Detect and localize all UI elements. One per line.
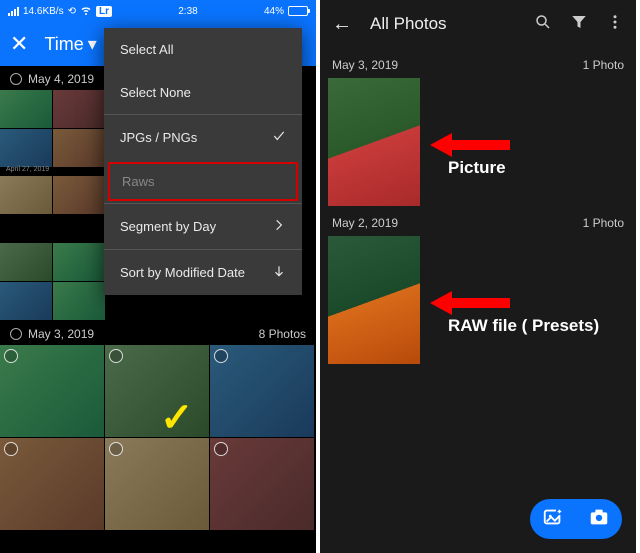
date-label: May 2, 2019	[332, 216, 398, 230]
select-ring-icon[interactable]	[4, 349, 18, 363]
app-badge: Lr	[96, 6, 112, 17]
photo-thumb[interactable]	[328, 78, 420, 206]
thumb[interactable]	[53, 90, 105, 128]
camera-icon[interactable]	[588, 506, 610, 533]
battery-pct: 44%	[264, 6, 284, 17]
select-ring-icon[interactable]	[109, 442, 123, 456]
thumb[interactable]	[53, 129, 105, 167]
menu-select-all[interactable]: Select All	[104, 28, 302, 71]
select-ring-icon[interactable]	[214, 442, 228, 456]
menu-raws[interactable]: Raws	[108, 162, 298, 201]
select-ring-icon[interactable]	[4, 442, 18, 456]
chevron-down-icon[interactable]: ▾	[88, 34, 97, 55]
left-phone: 14.6KB/s ⟲ Lr 2:38 44% ✕ Time ▾ May 4, 2…	[0, 0, 316, 553]
right-header: ← All Photos	[320, 0, 636, 48]
thumb[interactable]	[53, 282, 105, 320]
arrow-annotation	[430, 288, 510, 318]
date-header-may3-r: May 3, 2019 1 Photo	[320, 48, 636, 78]
search-icon[interactable]	[534, 13, 552, 36]
back-icon[interactable]: ←	[332, 13, 352, 36]
thumb[interactable]	[210, 438, 314, 530]
status-time: 2:38	[178, 6, 197, 17]
add-image-icon[interactable]	[542, 506, 564, 533]
thumb[interactable]	[0, 345, 104, 437]
close-icon[interactable]: ✕	[10, 31, 28, 57]
thumb[interactable]	[0, 90, 52, 128]
thumb[interactable]	[210, 345, 314, 437]
header-title[interactable]: Time	[44, 34, 83, 55]
date-label-apr27: April 27, 2019	[6, 166, 49, 173]
date-label: May 3, 2019	[28, 327, 94, 341]
thumb[interactable]	[0, 438, 104, 530]
select-ring-icon[interactable]	[10, 73, 22, 85]
menu-sort[interactable]: Sort by Modified Date	[104, 249, 302, 295]
date-header-may3: May 3, 2019 8 Photos	[0, 321, 316, 345]
photo-count: 1 Photo	[583, 216, 624, 230]
filter-icon[interactable]	[570, 13, 588, 36]
signal-icon	[8, 7, 19, 16]
select-ring-icon[interactable]	[214, 349, 228, 363]
network-speed: 14.6KB/s	[23, 6, 64, 17]
status-bar: 14.6KB/s ⟲ Lr 2:38 44%	[0, 0, 316, 22]
thumb[interactable]	[0, 282, 52, 320]
photo-count: 1 Photo	[583, 58, 624, 72]
arrow-down-icon	[272, 264, 286, 281]
date-label: May 3, 2019	[332, 58, 398, 72]
menu-segment[interactable]: Segment by Day	[104, 203, 302, 249]
check-icon: ✓	[160, 395, 194, 441]
orientation-icon: ⟲	[68, 6, 76, 17]
menu-select-none[interactable]: Select None	[104, 71, 302, 114]
photo-count: 8 Photos	[259, 327, 306, 341]
date-label: May 4, 2019	[28, 72, 94, 86]
date-header-may2-r: May 2, 2019 1 Photo	[320, 206, 636, 236]
wifi-icon	[80, 4, 92, 19]
thumb[interactable]	[0, 176, 52, 214]
dropdown-menu: Select All Select None JPGs / PNGs Raws …	[104, 28, 302, 295]
fab[interactable]	[530, 499, 622, 539]
annotation-picture: Picture	[448, 158, 506, 178]
thumb[interactable]	[105, 438, 209, 530]
thumb[interactable]: ✓	[105, 345, 209, 437]
chevron-right-icon	[272, 218, 286, 235]
annotation-raw: RAW file ( Presets)	[448, 316, 599, 336]
page-title: All Photos	[370, 14, 534, 34]
more-icon[interactable]	[606, 13, 624, 36]
arrow-annotation	[430, 130, 510, 160]
thumb[interactable]	[53, 243, 105, 281]
battery-icon	[288, 6, 308, 16]
thumb[interactable]	[0, 129, 52, 167]
check-icon	[272, 129, 286, 146]
thumb[interactable]	[0, 243, 52, 281]
thumb[interactable]	[53, 176, 105, 214]
select-ring-icon[interactable]	[109, 349, 123, 363]
right-phone: ← All Photos May 3, 2019 1 Photo Picture…	[320, 0, 636, 553]
menu-jpgs-pngs[interactable]: JPGs / PNGs	[104, 114, 302, 160]
photo-thumb[interactable]	[328, 236, 420, 364]
select-ring-icon[interactable]	[10, 328, 22, 340]
